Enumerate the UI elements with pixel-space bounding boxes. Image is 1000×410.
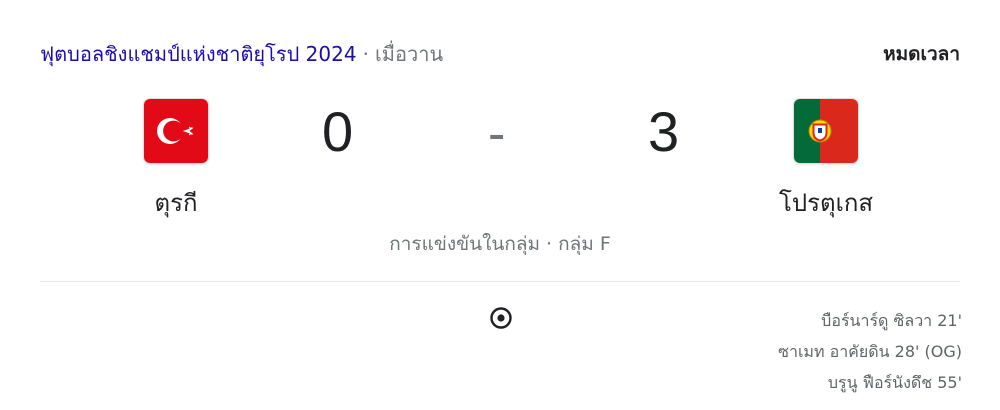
away-goal-scorers: บือร์นาร์ดู ซิลวา 21' ซาเมท อาคัยดิน 28'…: [778, 305, 962, 398]
header-separator: ·: [362, 42, 369, 66]
soccer-ball-icon: [489, 306, 513, 330]
home-score: 0: [322, 100, 354, 163]
home-team-name[interactable]: ตุรกี: [154, 186, 197, 220]
divider: [40, 281, 960, 282]
match-status: หมดเวลา: [883, 43, 960, 65]
competition-line: ฟุตบอลชิงแชมป์แห่งชาติยุโรป 2024 · เมื่อวา…: [40, 40, 443, 68]
list-item: บรูนู ฟือร์นังดึช 55': [827, 373, 962, 392]
score-separator: -: [488, 105, 506, 163]
match-header: ฟุตบอลชิงแชมป์แห่งชาติยุโรป 2024 · เมื่อวา…: [40, 40, 960, 70]
competition-link[interactable]: ฟุตบอลชิงแชมป์แห่งชาติยุโรป 2024: [40, 42, 357, 66]
turkey-flag-icon[interactable]: [144, 99, 208, 163]
match-stage: การแข่งขันในกลุ่ม · กลุ่ม F: [389, 233, 611, 255]
away-team-name[interactable]: โปรตุเกส: [779, 186, 873, 220]
list-item: บือร์นาร์ดู ซิลวา 21': [821, 311, 962, 330]
away-score: 3: [648, 100, 680, 163]
list-item: ซาเมท อาคัยดิน 28' (OG): [778, 342, 962, 361]
match-date: เมื่อวาน: [374, 42, 444, 66]
portugal-flag-icon[interactable]: [794, 99, 858, 163]
